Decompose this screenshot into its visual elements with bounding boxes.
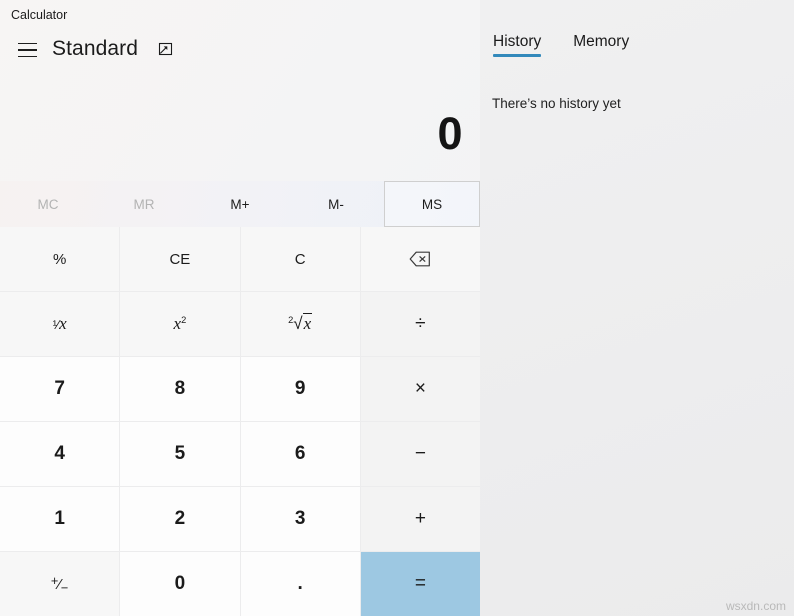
- calculator-window: Calculator Standard 0 MC MR M+ M- MS % C…: [0, 0, 794, 616]
- digit-0-button[interactable]: 0: [120, 552, 240, 616]
- memory-recall-button: MR: [133, 196, 155, 212]
- digit-3-button[interactable]: 3: [240, 487, 360, 551]
- memory-subtract-button[interactable]: M-: [288, 181, 384, 227]
- watermark: wsxdn.com: [725, 599, 786, 613]
- divide-button[interactable]: ÷: [360, 292, 480, 356]
- key-label: 9: [294, 378, 306, 399]
- reciprocal-button[interactable]: ¹⁄x: [0, 292, 120, 356]
- percent-button[interactable]: %: [0, 227, 120, 291]
- window-title: Calculator: [11, 8, 68, 22]
- clear-entry-button[interactable]: CE: [120, 227, 240, 291]
- key-label: 2√x: [288, 313, 313, 333]
- negate-button[interactable]: +⁄−: [0, 552, 120, 616]
- multiply-button[interactable]: ×: [360, 357, 480, 421]
- key-label: 1: [54, 508, 65, 529]
- panel-tabs: History Memory: [493, 33, 629, 57]
- square-root-button[interactable]: 2√x: [240, 292, 360, 356]
- digit-1-button[interactable]: 1: [0, 487, 120, 551]
- key-label: 5: [174, 443, 186, 464]
- square-button[interactable]: x2: [120, 292, 240, 356]
- display-value: 0: [437, 108, 462, 159]
- key-label: 2: [174, 508, 186, 529]
- key-label: %: [52, 250, 67, 268]
- key-label: 0: [174, 573, 186, 594]
- key-label: 8: [174, 378, 186, 399]
- digit-7-button[interactable]: 7: [0, 357, 120, 421]
- key-label: C: [294, 250, 306, 268]
- memory-add-button[interactable]: M+: [192, 181, 288, 227]
- subtract-button[interactable]: −: [360, 422, 480, 486]
- key-label: 7: [54, 378, 65, 399]
- backspace-button[interactable]: [360, 227, 480, 291]
- memory-button-row: MC MR M+ M- MS: [0, 181, 480, 227]
- display-area[interactable]: 0: [0, 68, 480, 178]
- equals-button[interactable]: =: [360, 552, 480, 616]
- key-label: 4: [54, 443, 65, 464]
- clear-button[interactable]: C: [240, 227, 360, 291]
- key-label: ¹⁄x: [52, 314, 67, 333]
- hamburger-line: [17, 55, 37, 57]
- key-label: CE: [169, 250, 191, 268]
- key-label: −: [414, 443, 426, 464]
- tab-memory[interactable]: Memory: [573, 33, 629, 57]
- digit-4-button[interactable]: 4: [0, 422, 120, 486]
- key-label: 6: [294, 443, 306, 464]
- key-label: ×: [414, 378, 426, 399]
- decimal-point-button[interactable]: .: [240, 552, 360, 616]
- key-label: ÷: [415, 313, 426, 334]
- key-label: +: [414, 508, 426, 529]
- key-label: .: [297, 573, 303, 594]
- history-memory-panel: History Memory There’s no history yet: [480, 0, 794, 616]
- keep-on-top-icon: [158, 42, 172, 55]
- digit-8-button[interactable]: 8: [120, 357, 240, 421]
- app-header: Standard: [0, 30, 480, 68]
- keypad: % CE C ¹⁄x x2 2√x ÷ 7 8 9 × 4 5 6 − 1 2 3 + +⁄− 0. =: [0, 227, 480, 616]
- digit-6-button[interactable]: 6: [240, 422, 360, 486]
- digit-5-button[interactable]: 5: [120, 422, 240, 486]
- hamburger-line: [17, 49, 37, 51]
- key-label: x2: [173, 314, 187, 333]
- memory-clear-button: MC: [37, 196, 59, 212]
- memory-store-button[interactable]: MS: [384, 181, 480, 227]
- add-button[interactable]: +: [360, 487, 480, 551]
- digit-2-button[interactable]: 2: [120, 487, 240, 551]
- tab-history[interactable]: History: [493, 33, 542, 57]
- digit-9-button[interactable]: 9: [240, 357, 360, 421]
- history-empty-message: There’s no history yet: [492, 96, 621, 111]
- key-label: =: [414, 573, 426, 594]
- page-title: Standard: [52, 37, 139, 60]
- hamburger-line: [17, 43, 37, 45]
- backspace-icon: [409, 251, 431, 267]
- keep-on-top-button[interactable]: [150, 34, 178, 64]
- hamburger-menu-icon[interactable]: [7, 32, 47, 68]
- key-label: +⁄−: [50, 573, 69, 595]
- key-label: 3: [294, 508, 306, 529]
